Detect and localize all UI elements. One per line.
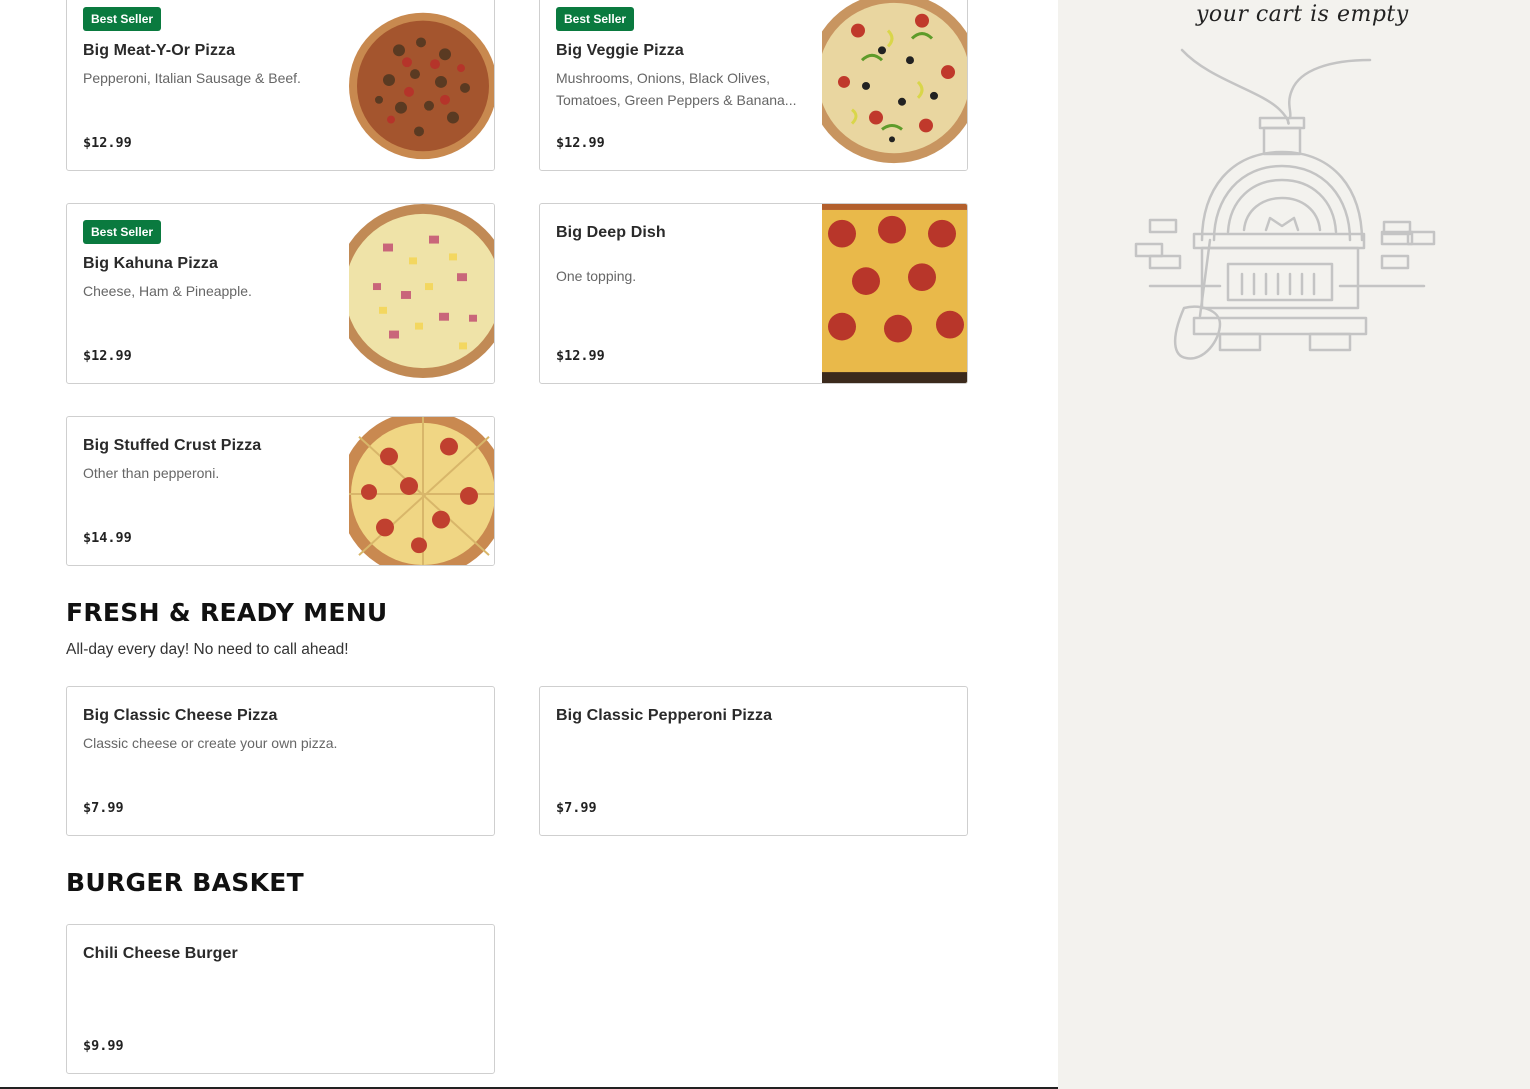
pizza-image: [822, 204, 967, 383]
item-price: $12.99: [556, 135, 605, 151]
item-name: Big Meat-Y-Or Pizza: [83, 42, 236, 59]
item-name: Big Classic Cheese Pizza: [83, 707, 278, 724]
item-description: Cheese, Ham & Pineapple.: [83, 283, 252, 299]
item-price: $7.99: [83, 800, 124, 816]
item-description: One topping.: [556, 268, 637, 284]
item-name: Big Veggie Pizza: [556, 42, 684, 59]
pizza-image: [349, 0, 494, 170]
best-seller-badge: Best Seller: [556, 7, 635, 31]
item-price: $9.99: [83, 1038, 124, 1054]
item-description: Tomatoes, Green Peppers & Banana...: [556, 92, 797, 108]
item-name: Chili Cheese Burger: [83, 945, 238, 962]
cart-empty-text: your cart is empty: [1196, 2, 1409, 27]
item-name: Big Deep Dish: [556, 224, 666, 241]
item-price: $12.99: [83, 348, 132, 364]
item-description: Pepperoni, Italian Sausage & Beef.: [83, 70, 301, 86]
best-seller-badge: Best Seller: [83, 220, 162, 244]
item-description: Mushrooms, Onions, Black Olives,: [556, 70, 770, 86]
item-price: $12.99: [556, 348, 605, 364]
pizza-oven-illustration: [1130, 40, 1440, 370]
menu-item-card[interactable]: Best Seller Big Veggie Pizza Mushrooms, …: [539, 0, 968, 171]
item-price: $7.99: [556, 800, 597, 816]
item-description: Classic cheese or create your own pizza.: [83, 735, 338, 751]
item-price: $12.99: [83, 135, 132, 151]
item-name: Big Stuffed Crust Pizza: [83, 437, 262, 454]
best-seller-badge: Best Seller: [83, 7, 162, 31]
menu-item-card[interactable]: Big Stuffed Crust Pizza Other than peppe…: [66, 416, 495, 566]
pizza-image: [349, 204, 494, 383]
menu-item-card[interactable]: Big Deep Dish One topping. $12.99: [539, 203, 968, 384]
item-name: Big Classic Pepperoni Pizza: [556, 707, 773, 724]
section-title: FRESH & READY MENU: [66, 598, 388, 627]
section-subtitle: All-day every day! No need to call ahead…: [66, 641, 349, 658]
menu-item-card[interactable]: Big Classic Pepperoni Pizza $7.99: [539, 686, 968, 836]
item-description: Other than pepperoni.: [83, 465, 220, 481]
pizza-image: [349, 417, 494, 565]
menu-panel: Best Seller Big Meat-Y-Or Pizza Pepperon…: [0, 0, 1058, 1089]
menu-item-card[interactable]: Best Seller Big Meat-Y-Or Pizza Pepperon…: [66, 0, 495, 171]
section-title: BURGER BASKET: [66, 868, 304, 897]
menu-item-card[interactable]: Chili Cheese Burger $9.99: [66, 924, 495, 1074]
pizza-image: [822, 0, 967, 170]
menu-item-card[interactable]: Best Seller Big Kahuna Pizza Cheese, Ham…: [66, 203, 495, 384]
item-name: Big Kahuna Pizza: [83, 255, 218, 272]
item-price: $14.99: [83, 530, 132, 546]
menu-item-card[interactable]: Big Classic Cheese Pizza Classic cheese …: [66, 686, 495, 836]
